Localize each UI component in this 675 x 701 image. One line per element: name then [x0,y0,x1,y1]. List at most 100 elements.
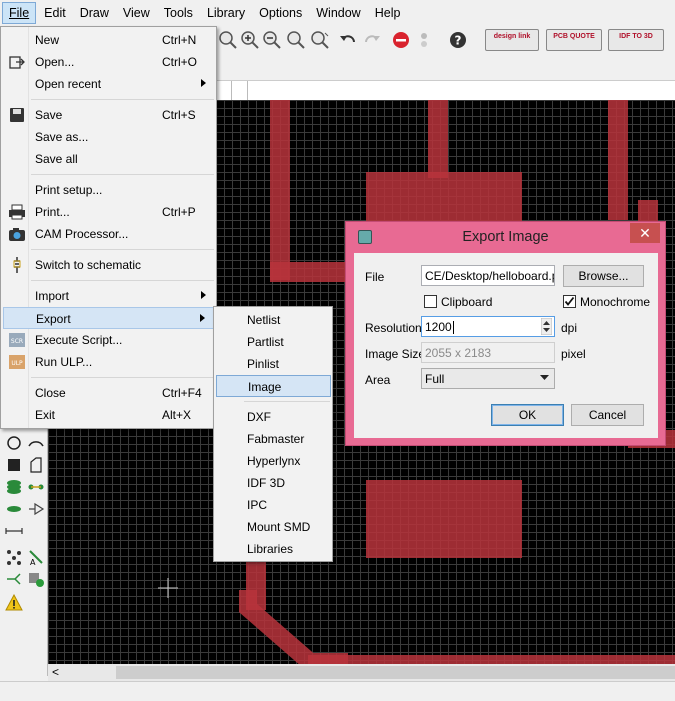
pcb-quote-button[interactable]: PCB QUOTE [546,29,602,51]
menu-item-shortcut: Alt+X [162,408,192,422]
menu-item-open[interactable]: Open... Ctrl+O [3,51,214,73]
zoom-redraw-icon[interactable] [286,30,306,50]
menu-file[interactable]: File [2,2,37,24]
circle-tool-icon[interactable] [5,434,23,452]
clipboard-checkbox[interactable] [424,295,437,308]
menu-item-switch-to-schematic[interactable]: Switch to schematic [3,254,214,276]
clipboard-label: Clipboard [441,295,493,309]
help-icon[interactable]: ? [448,30,468,50]
export-dxf[interactable]: DXF [216,406,331,428]
menu-item-save[interactable]: Save Ctrl+S [3,104,214,126]
crosshair-cursor-icon [158,578,178,598]
menu-item-print[interactable]: Print... Ctrl+P [3,201,214,223]
dimension-tool-icon[interactable] [5,522,23,540]
menu-item-cam-processor[interactable]: CAM Processor... [3,223,214,245]
menu-item-save-all[interactable]: Save all [3,148,214,170]
resolution-input[interactable]: 1200 [421,316,555,337]
export-ipc[interactable]: IPC [216,494,331,516]
signal-tool-icon[interactable] [27,478,45,496]
menu-item-run-ulp[interactable]: ULP Run ULP... [3,351,214,373]
attribute-tool-icon[interactable] [27,500,45,518]
export-mount-smd[interactable]: Mount SMD [216,516,331,538]
polygon-tool-icon[interactable] [27,456,45,474]
menu-edit[interactable]: Edit [38,2,72,24]
arc-tool-icon[interactable] [27,434,45,452]
dialog-titlebar[interactable]: Export Image ✕ [346,222,665,252]
param-cell[interactable] [232,81,248,100]
menu-item-close[interactable]: Close Ctrl+F4 [3,382,214,404]
spin-arrows-icon[interactable] [541,318,552,335]
export-partlist[interactable]: Partlist [216,331,331,353]
zoom-in-icon[interactable] [240,30,260,50]
menu-window[interactable]: Window [310,2,366,24]
menu-item-save-as[interactable]: Save as... [3,126,214,148]
export-idf-3d[interactable]: IDF 3D [216,472,331,494]
export-libraries[interactable]: Libraries [216,538,331,560]
file-path-input[interactable]: CE/Desktop/helloboard.png [421,265,555,286]
export-netlist[interactable]: Netlist [216,309,331,331]
menu-item-exit[interactable]: Exit Alt+X [3,404,214,426]
monochrome-checkbox[interactable] [563,295,576,308]
idf-to-3d-button[interactable]: IDF TO 3D [608,29,664,51]
ulp-icon: ULP [9,355,25,369]
via-tool-icon[interactable] [5,478,23,496]
scroll-left-arrow[interactable]: < [52,665,59,679]
file-menu: New Ctrl+N Open... Ctrl+O Open recent Save… [0,26,217,429]
menu-tools[interactable]: Tools [158,2,199,24]
export-fabmaster[interactable]: Fabmaster [216,428,331,450]
menu-item-import[interactable]: Import [3,285,214,307]
menu-item-label: Save [35,108,63,122]
chevron-down-icon [540,375,549,380]
menu-item-new[interactable]: New Ctrl+N [3,29,214,51]
menu-help[interactable]: Help [369,2,407,24]
browse-button[interactable]: Browse... [563,265,644,287]
menu-item-label: CAM Processor... [35,227,129,241]
autorouter-icon[interactable]: A [27,548,45,566]
warning-icon[interactable] [5,594,23,612]
menu-options[interactable]: Options [253,2,308,24]
menu-file-label: File [9,6,30,20]
menu-separator [31,377,214,378]
go-icon[interactable] [414,30,434,50]
hole-tool-icon[interactable] [5,500,23,518]
close-button[interactable]: ✕ [630,223,660,243]
open-icon [9,56,25,69]
menu-library[interactable]: Library [201,2,251,24]
area-select[interactable]: Full [421,368,555,389]
export-hyperlynx[interactable]: Hyperlynx [216,450,331,472]
redo-icon[interactable] [362,30,382,50]
image-size-unit: pixel [561,347,586,361]
zoom-fit-icon[interactable] [218,30,238,50]
horizontal-scrollbar[interactable]: < [48,664,675,681]
menu-item-label: Switch to schematic [35,258,142,272]
file-label: File [365,270,385,284]
script-icon: SCR [9,333,25,347]
parameter-bar [216,80,675,100]
ok-button[interactable]: OK [491,404,564,426]
menu-view[interactable]: View [117,2,156,24]
menu-item-open-recent[interactable]: Open recent [3,73,214,95]
export-pinlist[interactable]: Pinlist [216,353,331,375]
cancel-button[interactable]: Cancel [571,404,644,426]
scroll-thumb[interactable] [116,666,675,679]
drc-check-icon[interactable] [27,570,45,588]
menu-bar: File Edit Draw View Tools Library Option… [0,0,675,26]
ratsnest-icon[interactable] [5,548,23,566]
rect-tool-icon[interactable] [5,456,23,474]
design-link-button[interactable]: design link [485,29,539,51]
menu-item-export[interactable]: Export [3,307,214,329]
ripup-icon[interactable] [5,570,23,588]
menu-draw[interactable]: Draw [74,2,115,24]
export-image[interactable]: Image [216,375,331,397]
trace [428,100,448,178]
menu-item-print-setup[interactable]: Print setup... [3,179,214,201]
submenu-item-label: Mount SMD [247,520,311,534]
undo-icon[interactable] [338,30,358,50]
param-cell[interactable] [216,81,232,100]
zoom-select-icon[interactable] [310,30,330,50]
stop-icon[interactable] [391,30,411,50]
zoom-out-icon[interactable] [262,30,282,50]
submenu-item-label: Netlist [247,313,281,327]
menu-item-execute-script[interactable]: SCR Execute Script... [3,329,214,351]
submenu-arrow-icon [200,314,205,322]
